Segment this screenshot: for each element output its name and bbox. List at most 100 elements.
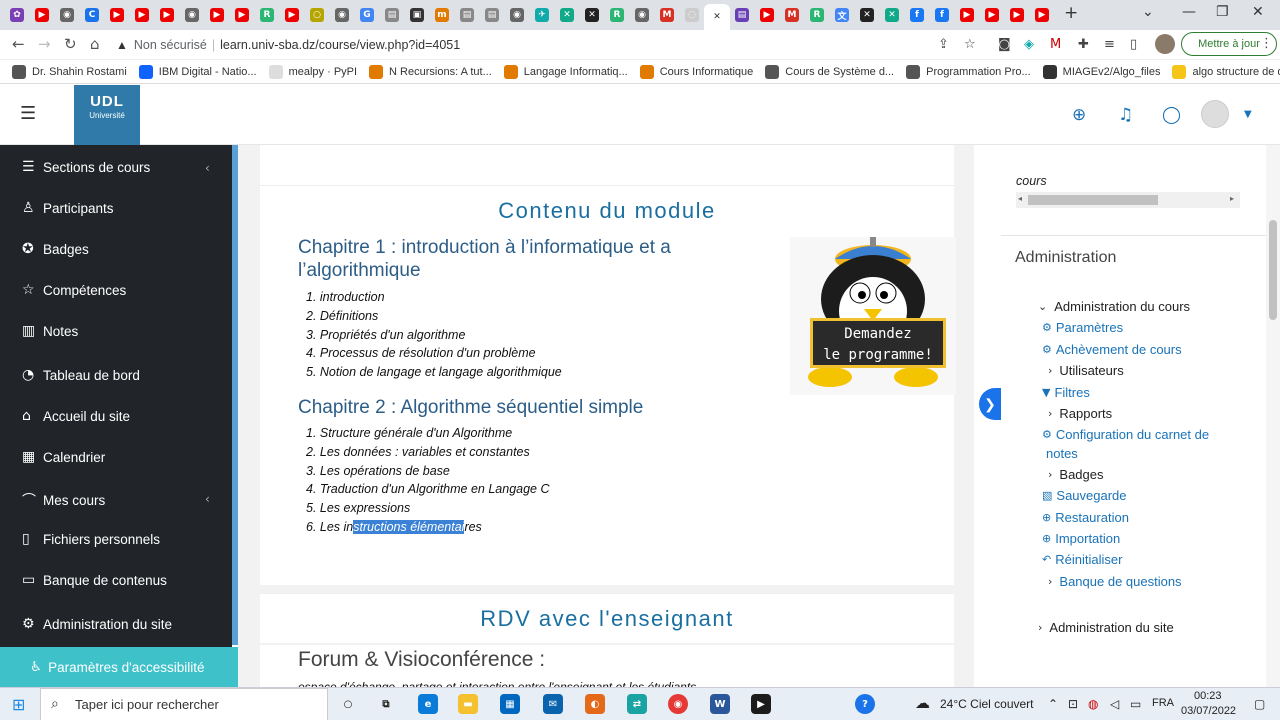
sidebar-item[interactable]: ▭ Banque de contenus [22,572,167,588]
accessibility-settings-button[interactable]: ♿ Paramètres d'accessibilité [0,647,238,687]
globe-icon[interactable]: ⊕ [1072,105,1086,125]
window-close-button[interactable]: ✕ [1252,4,1264,20]
user-avatar[interactable] [1201,100,1229,128]
media-icon[interactable]: ≡ [1104,37,1115,52]
chevron-down-icon[interactable]: ⌄ [1038,300,1047,313]
profile-avatar[interactable] [1155,34,1175,54]
home-icon[interactable]: ⌂ [90,35,100,53]
scrollbar-thumb[interactable] [1269,220,1277,320]
reload-icon[interactable]: ↻ [64,35,77,53]
weather-text[interactable]: 24°C Ciel couvert [940,697,1034,711]
hamburger-menu-icon[interactable]: ☰ [20,103,36,124]
browser-tab[interactable]: ▶ [106,4,128,26]
volume-icon[interactable]: ◁ [1110,697,1119,711]
open-block-drawer-button[interactable]: ❯ [979,388,1001,420]
page-scrollbar[interactable] [1266,145,1280,687]
app-icon[interactable]: ◐ [585,694,605,714]
sidebar-item[interactable]: ◔ Tableau de bord [22,367,140,383]
browser-tab[interactable]: ▶ [31,4,53,26]
browser-tab[interactable]: C [81,4,103,26]
browser-tab[interactable]: ▶ [231,4,253,26]
horizontal-scrollbar[interactable]: ◂ ▸ [1016,192,1240,208]
bookmark-item[interactable]: Dr. Shahin Rostami [12,64,127,79]
browser-tab[interactable]: ✈ [531,4,553,26]
sidebar-item[interactable]: ⚙ Administration du site [22,616,172,632]
browser-tab[interactable]: R [256,4,278,26]
scroll-right-icon[interactable]: ▸ [1230,194,1234,203]
language-indicator[interactable]: FRA [1152,697,1174,709]
notification-icon[interactable]: ▢ [1254,697,1265,711]
chevron-right-icon[interactable]: › [1048,575,1052,588]
extension-icon[interactable]: ◈ [1024,37,1034,52]
browser-tab[interactable]: f [931,4,953,26]
forward-icon[interactable]: → [38,35,51,53]
chevron-right-icon[interactable]: › [1048,468,1052,481]
browser-tab[interactable]: ▤ [381,4,403,26]
bookmark-item[interactable]: Langage Informatiq... [503,64,628,79]
admin-menu-item[interactable]: › Banque de questions [1048,574,1182,589]
browser-tab[interactable]: m [431,4,453,26]
chevron-left-icon[interactable]: ‹ [205,161,210,175]
bell-icon[interactable]: ♫ [1118,105,1133,125]
admin-menu-item[interactable]: › Utilisateurs [1048,363,1124,378]
address-bar[interactable]: ▲ Non sécurisé | learn.univ-sba.dz/cours… [116,33,926,57]
maximize-button[interactable]: ❐ [1216,4,1229,20]
sidebar-item[interactable]: ▯ Fichiers personnels [22,531,160,547]
new-tab-button[interactable]: + [1064,3,1078,23]
side-panel-icon[interactable]: ▯ [1130,37,1137,52]
mail-icon[interactable]: ✉ [543,694,563,714]
app-icon[interactable]: ⇄ [627,694,647,714]
bookmark-item[interactable]: N Recursions: A tut... [369,64,492,79]
battery-icon[interactable]: ▭ [1130,697,1141,711]
browser-tab[interactable]: ▶ [1031,4,1053,26]
bookmark-item[interactable]: Programmation Pro... [906,64,1031,79]
puzzle-icon[interactable]: ✚ [1078,37,1089,52]
browser-tab[interactable]: ▶ [1006,4,1028,26]
chevron-right-icon[interactable]: › [1048,407,1052,420]
browser-tab[interactable]: ▶ [956,4,978,26]
browser-tab[interactable]: ▤ [481,4,503,26]
browser-tab[interactable]: ✕ [556,4,578,26]
admin-menu-item[interactable]: notes [1046,446,1078,461]
browser-tab[interactable]: M [656,4,678,26]
browser-tab[interactable]: ◉ [181,4,203,26]
browser-tab[interactable]: ▤ [456,4,478,26]
browser-tab[interactable]: ▶ [206,4,228,26]
browser-tab[interactable]: ✕ [581,4,603,26]
browser-tab[interactable]: ▤ [731,4,753,26]
admin-menu-item[interactable]: › Administration du site [1038,620,1174,635]
menu-dots-icon[interactable]: ⋮ [1260,36,1273,51]
chevron-right-icon[interactable]: › [1048,364,1052,377]
edge-icon[interactable]: e [418,694,438,714]
browser-tab[interactable]: R [606,4,628,26]
cortana-icon[interactable]: ○ [338,694,358,714]
bookmark-item[interactable]: Cours de Système d... [765,64,894,79]
browser-tab[interactable]: ✿ [6,4,28,26]
bookmark-item[interactable]: MIAGEv2/Algo_files [1042,64,1160,79]
admin-menu-item[interactable]: ⚙ Configuration du carnet de [1042,427,1209,442]
sidebar-item[interactable]: ▥ Notes [22,323,78,339]
browser-tab[interactable]: R [806,4,828,26]
extension-icon[interactable]: ◙ [998,37,1011,52]
browser-tab[interactable]: ▶ [281,4,303,26]
browser-tab[interactable]: ▶ [156,4,178,26]
browser-tab[interactable]: M [781,4,803,26]
tab-search-icon[interactable]: ⌄ [1142,4,1154,20]
sidebar-item[interactable]: ✪ Badges [22,241,89,257]
sidebar-item[interactable]: ⌂ Accueil du site [22,408,130,424]
browser-tab[interactable]: 文 [831,4,853,26]
admin-menu-item[interactable]: ⌄ Administration du cours [1038,299,1190,314]
sidebar-item[interactable]: ☰ Sections de cours [22,159,150,175]
bookmark-item[interactable]: algo structure de d... [1172,64,1280,79]
chrome-icon[interactable]: ◉ [668,694,688,714]
explorer-icon[interactable]: ▬ [458,694,478,714]
antivirus-icon[interactable]: ◍ [1088,697,1098,711]
browser-tab[interactable]: ◉ [331,4,353,26]
sidebar-item[interactable]: ♙ Participants [22,200,114,216]
university-logo[interactable]: UDL Université [74,85,140,145]
extension-icon[interactable]: M [1050,37,1061,52]
network-icon[interactable]: ⊡ [1068,697,1078,711]
browser-tab[interactable]: ◉ [56,4,78,26]
admin-menu-item[interactable]: ▧ Sauvegarde [1042,488,1127,503]
scroll-left-icon[interactable]: ◂ [1018,194,1022,203]
